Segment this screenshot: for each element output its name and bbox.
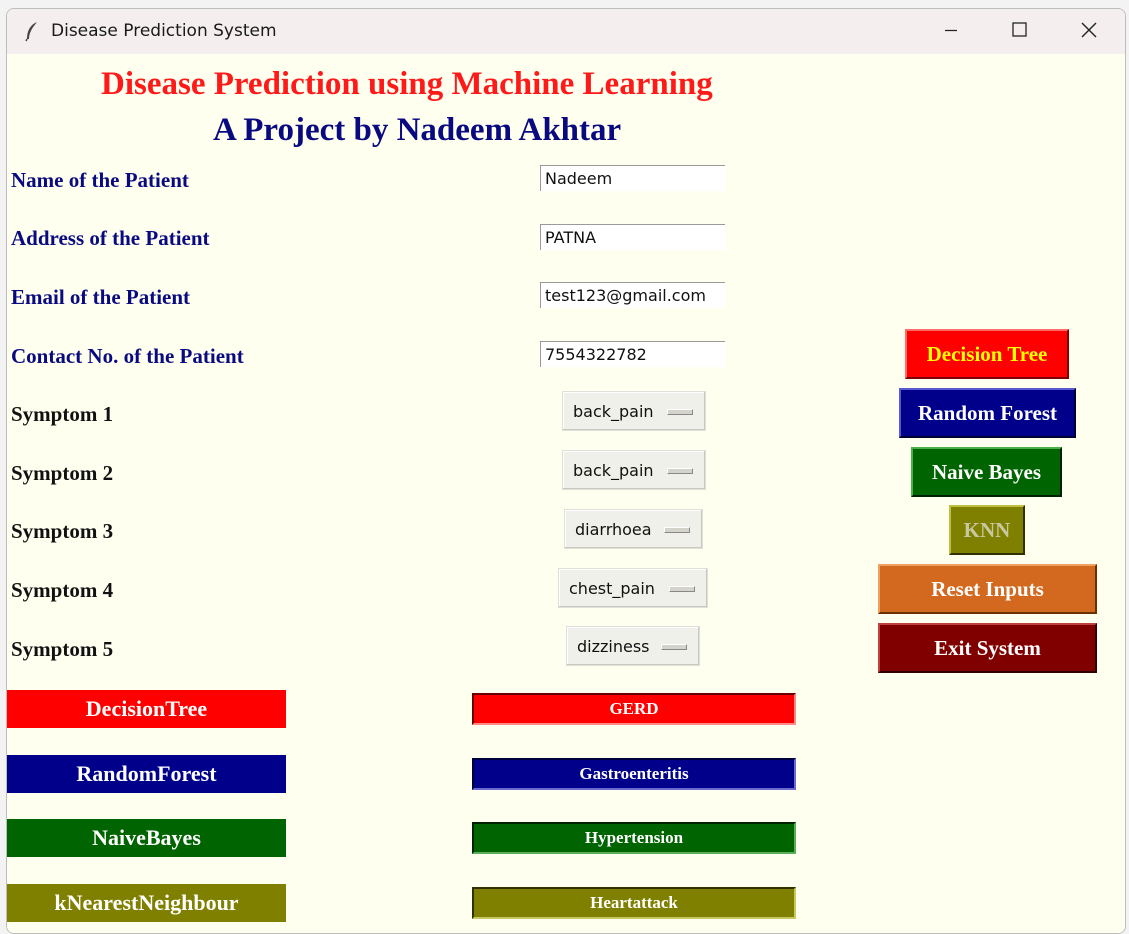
symptom-1-value: back_pain bbox=[573, 401, 654, 421]
symptom-2-value: back_pain bbox=[573, 460, 654, 480]
knn-result-label: kNearestNeighbour bbox=[7, 884, 286, 922]
contact-field[interactable]: 7554322782 bbox=[540, 341, 725, 367]
dropdown-indicator-icon bbox=[669, 586, 695, 592]
maximize-button[interactable] bbox=[985, 9, 1053, 54]
symptom-3-label: Symptom 3 bbox=[11, 519, 114, 543]
symptom-3-value: diarrhoea bbox=[575, 519, 652, 539]
main-content: Disease Prediction using Machine Learnin… bbox=[7, 54, 1125, 933]
symptom-4-value: chest_pain bbox=[569, 578, 655, 598]
naive-bayes-result-label: NaiveBayes bbox=[7, 819, 286, 857]
close-button[interactable] bbox=[1055, 9, 1123, 54]
page-title: Disease Prediction using Machine Learnin… bbox=[101, 66, 713, 102]
exit-system-button[interactable]: Exit System bbox=[878, 623, 1097, 673]
random-forest-result-label: RandomForest bbox=[7, 755, 286, 793]
naive-bayes-button[interactable]: Naive Bayes bbox=[911, 447, 1062, 497]
dropdown-indicator-icon bbox=[667, 409, 693, 415]
knn-button[interactable]: KNN bbox=[949, 505, 1025, 555]
close-icon bbox=[1081, 22, 1097, 42]
dropdown-indicator-icon bbox=[664, 527, 690, 533]
symptom-5-value: dizziness bbox=[577, 636, 650, 656]
symptom-1-label: Symptom 1 bbox=[11, 402, 114, 426]
email-field[interactable]: test123@gmail.com bbox=[540, 282, 725, 308]
minimize-button[interactable] bbox=[917, 9, 985, 54]
symptom-5-dropdown[interactable]: dizziness bbox=[566, 626, 700, 666]
symptom-4-dropdown[interactable]: chest_pain bbox=[558, 568, 708, 608]
symptom-1-dropdown[interactable]: back_pain bbox=[562, 391, 706, 431]
symptom-2-label: Symptom 2 bbox=[11, 461, 114, 485]
email-label: Email of the Patient bbox=[11, 285, 191, 309]
page-subtitle: A Project by Nadeem Akhtar bbox=[213, 112, 622, 148]
contact-label: Contact No. of the Patient bbox=[11, 344, 244, 368]
symptom-3-dropdown[interactable]: diarrhoea bbox=[564, 509, 703, 549]
address-label: Address of the Patient bbox=[11, 226, 210, 250]
decision-tree-button[interactable]: Decision Tree bbox=[905, 329, 1069, 379]
random-forest-button[interactable]: Random Forest bbox=[899, 388, 1076, 438]
knn-result: Heartattack bbox=[472, 887, 796, 919]
name-field[interactable]: Nadeem bbox=[540, 165, 725, 191]
address-field[interactable]: PATNA bbox=[540, 224, 725, 250]
title-bar[interactable]: Disease Prediction System bbox=[7, 9, 1125, 54]
decision-tree-result: GERD bbox=[472, 693, 796, 725]
reset-inputs-button[interactable]: Reset Inputs bbox=[878, 564, 1097, 614]
naive-bayes-result: Hypertension bbox=[472, 822, 796, 854]
decision-tree-result-label: DecisionTree bbox=[7, 690, 286, 728]
symptom-5-label: Symptom 5 bbox=[11, 637, 114, 661]
minimize-icon bbox=[944, 22, 958, 41]
name-label: Name of the Patient bbox=[11, 168, 189, 192]
symptom-4-label: Symptom 4 bbox=[11, 578, 114, 602]
dropdown-indicator-icon bbox=[667, 468, 693, 474]
feather-icon bbox=[21, 20, 43, 42]
random-forest-result: Gastroenteritis bbox=[472, 758, 796, 790]
window-title: Disease Prediction System bbox=[51, 21, 277, 41]
maximize-icon bbox=[1011, 22, 1027, 41]
app-window: Disease Prediction System Disease Predic… bbox=[6, 8, 1126, 934]
dropdown-indicator-icon bbox=[661, 644, 687, 650]
symptom-2-dropdown[interactable]: back_pain bbox=[562, 450, 706, 490]
